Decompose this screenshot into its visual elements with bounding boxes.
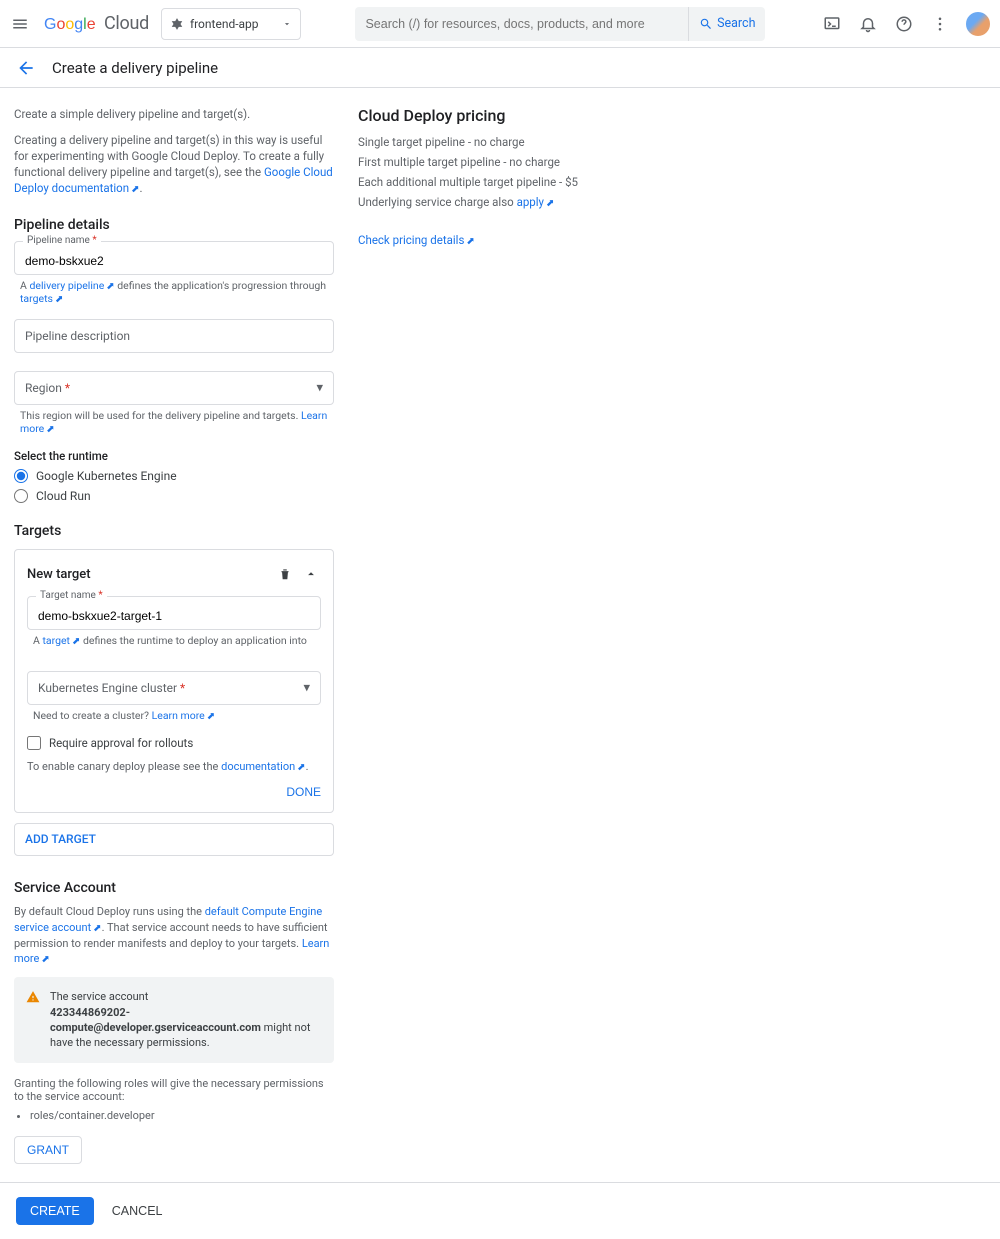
pipeline-name-helper: A delivery pipeline⬈ defines the applica… <box>20 279 334 305</box>
cloud-shell-icon[interactable] <box>820 12 844 36</box>
external-link-icon: ⬈ <box>46 424 54 435</box>
add-target-button[interactable]: ADD TARGET <box>14 823 334 856</box>
intro-text-2: Creating a delivery pipeline and target(… <box>14 132 334 197</box>
search-button-label: Search <box>717 16 755 31</box>
sub-header: Create a delivery pipeline <box>0 48 1000 88</box>
grant-description: Granting the following roles will give t… <box>14 1077 334 1103</box>
service-account-heading: Service Account <box>14 880 334 896</box>
target-done-button[interactable]: DONE <box>286 785 321 799</box>
permission-warning: The service account 423344869202-compute… <box>14 977 334 1063</box>
pricing-heading: Cloud Deploy pricing <box>358 106 698 125</box>
notifications-icon[interactable] <box>856 12 880 36</box>
price-line: Underlying service charge also apply⬈ <box>358 195 698 209</box>
chevron-down-icon: ▾ <box>303 681 310 696</box>
chevron-down-icon: ▾ <box>316 381 323 396</box>
delivery-pipeline-link[interactable]: delivery pipeline⬈ <box>29 279 114 292</box>
warning-icon <box>26 990 40 1051</box>
canary-docs-link[interactable]: documentation⬈ <box>221 760 305 773</box>
target-card-title: New target <box>27 567 91 582</box>
page-title: Create a delivery pipeline <box>52 59 218 77</box>
user-avatar[interactable] <box>964 10 992 38</box>
pipeline-name-field[interactable]: Pipeline name * <box>14 241 334 275</box>
cluster-learn-more-link[interactable]: Learn more⬈ <box>152 709 216 722</box>
delete-target-icon[interactable] <box>275 564 295 584</box>
external-link-icon: ⬈ <box>41 954 49 965</box>
cluster-helper: Need to create a cluster? Learn more⬈ <box>33 709 321 722</box>
require-approval-checkbox[interactable]: Require approval for rollouts <box>27 736 321 750</box>
runtime-cloudrun-radio[interactable] <box>14 489 28 503</box>
region-field[interactable]: Region * ▾ <box>14 371 334 405</box>
targets-link[interactable]: targets⬈ <box>20 292 63 305</box>
targets-heading: Targets <box>14 523 334 539</box>
project-selector[interactable]: frontend-app <box>161 8 301 40</box>
help-icon[interactable] <box>892 12 916 36</box>
target-name-label: Target name * <box>36 590 107 601</box>
external-link-icon: ⬈ <box>466 236 474 247</box>
external-link-icon: ⬈ <box>207 711 215 722</box>
footer-bar: CREATE CANCEL <box>0 1182 1000 1239</box>
back-arrow-icon[interactable] <box>16 58 36 78</box>
google-logo-icon: Google <box>44 14 100 34</box>
runtime-gke-option[interactable]: Google Kubernetes Engine <box>14 469 334 483</box>
project-icon <box>170 17 184 31</box>
collapse-target-icon[interactable] <box>301 564 321 584</box>
grant-button[interactable]: GRANT <box>14 1136 82 1164</box>
pipeline-name-label: Pipeline name * <box>23 235 101 246</box>
cloud-text: Cloud <box>104 13 149 34</box>
project-name: frontend-app <box>190 17 259 31</box>
target-name-helper: A target⬈ defines the runtime to deploy … <box>33 634 321 647</box>
price-line: Each additional multiple target pipeline… <box>358 175 698 189</box>
role-item: roles/container.developer <box>30 1109 334 1122</box>
target-name-input[interactable] <box>28 597 320 629</box>
chevron-down-icon <box>282 19 292 29</box>
price-line: Single target pipeline - no charge <box>358 135 698 149</box>
runtime-cloudrun-option[interactable]: Cloud Run <box>14 489 334 503</box>
pipeline-description-input[interactable] <box>15 320 333 352</box>
runtime-gke-radio[interactable] <box>14 469 28 483</box>
runtime-heading: Select the runtime <box>14 449 334 463</box>
more-icon[interactable] <box>928 12 952 36</box>
external-link-icon: ⬈ <box>55 294 63 305</box>
left-column: Create a simple delivery pipeline and ta… <box>14 106 334 1164</box>
hamburger-menu-icon[interactable] <box>8 12 32 36</box>
search-input[interactable] <box>355 17 688 31</box>
pipeline-description-field[interactable]: Pipeline description <box>14 319 334 353</box>
pipeline-details-heading: Pipeline details <box>14 217 334 233</box>
check-pricing-link[interactable]: Check pricing details⬈ <box>358 233 475 247</box>
external-link-icon: ⬈ <box>131 184 139 195</box>
external-link-icon: ⬈ <box>93 923 101 934</box>
svg-text:Google: Google <box>44 16 96 33</box>
top-bar: Google Cloud frontend-app Search <box>0 0 1000 48</box>
target-card-header: New target <box>27 564 321 584</box>
intro-text: Create a simple delivery pipeline and ta… <box>14 106 334 122</box>
search-wrap: Search <box>313 7 808 41</box>
target-card: New target Target name * A target⬈ defin… <box>14 549 334 813</box>
service-account-section: Service Account By default Cloud Deploy … <box>14 880 334 1163</box>
price-line: First multiple target pipeline - no char… <box>358 155 698 169</box>
canary-text: To enable canary deploy please see the d… <box>27 760 321 773</box>
external-link-icon: ⬈ <box>546 198 554 209</box>
google-cloud-logo[interactable]: Google Cloud <box>44 13 149 34</box>
search-button[interactable]: Search <box>688 7 765 41</box>
pipeline-name-input[interactable] <box>15 242 333 274</box>
create-button[interactable]: CREATE <box>16 1197 94 1225</box>
require-approval-input[interactable] <box>27 736 41 750</box>
service-account-desc: By default Cloud Deploy runs using the d… <box>14 904 334 967</box>
external-link-icon: ⬈ <box>297 762 305 773</box>
search-icon <box>699 17 713 31</box>
target-name-field[interactable]: Target name * <box>27 596 321 630</box>
target-link[interactable]: target⬈ <box>42 634 80 647</box>
pricing-panel: Cloud Deploy pricing Single target pipel… <box>358 106 698 1164</box>
main-content: Create a simple delivery pipeline and ta… <box>0 88 1000 1164</box>
cluster-field[interactable]: Kubernetes Engine cluster * ▾ <box>27 671 321 705</box>
pricing-apply-link[interactable]: apply⬈ <box>517 195 555 209</box>
cancel-button[interactable]: CANCEL <box>112 1204 163 1218</box>
external-link-icon: ⬈ <box>106 281 114 292</box>
search-box: Search <box>355 7 765 41</box>
region-helper: This region will be used for the deliver… <box>20 409 334 435</box>
